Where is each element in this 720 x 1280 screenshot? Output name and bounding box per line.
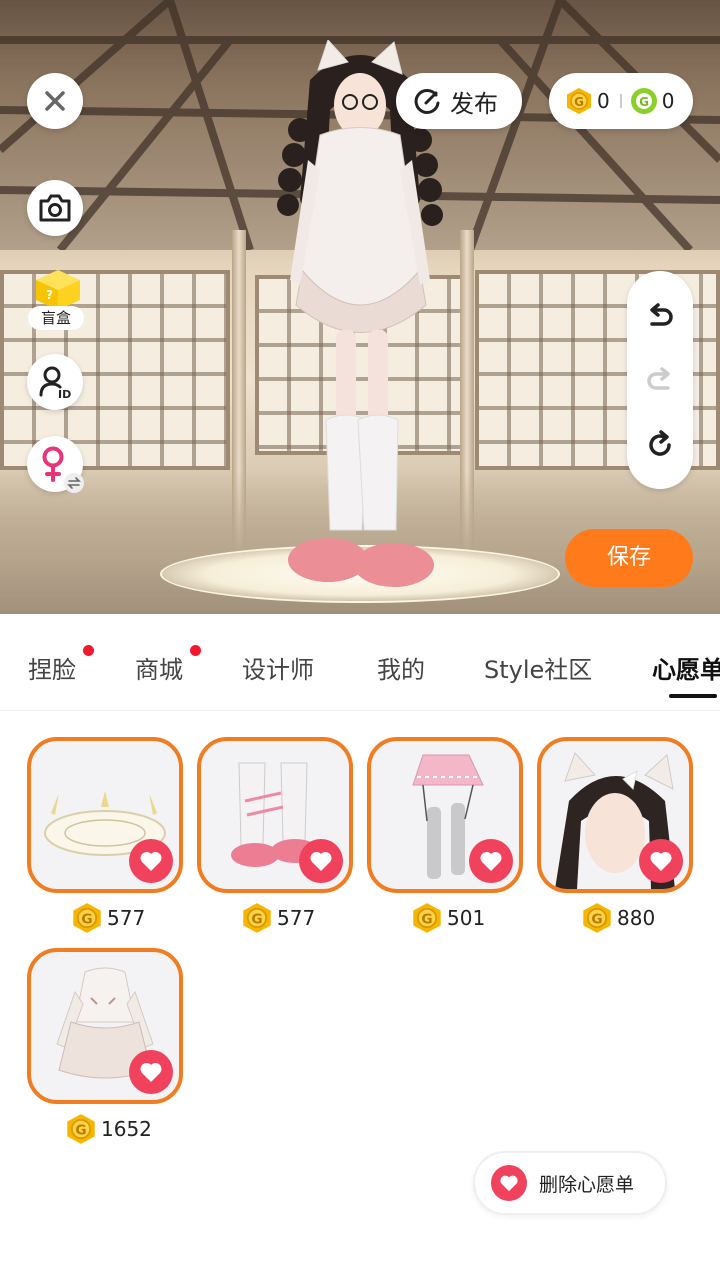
green-coin-count: 0 bbox=[661, 89, 675, 113]
svg-text:G: G bbox=[574, 95, 584, 109]
tab-wishlist[interactable]: 心愿单 bbox=[652, 650, 720, 685]
reset-icon[interactable] bbox=[644, 429, 676, 461]
heart-icon bbox=[500, 1175, 518, 1192]
delete-wishlist-button[interactable]: 删除心愿单 bbox=[473, 1151, 667, 1215]
wishlist-heart-button[interactable] bbox=[639, 839, 683, 883]
undo-icon[interactable] bbox=[644, 301, 676, 333]
tab-style-community[interactable]: Style社区 bbox=[484, 650, 592, 685]
wishlist-heart-button[interactable] bbox=[299, 839, 343, 883]
wishlist-item[interactable] bbox=[27, 948, 183, 1104]
gold-coin-icon: G bbox=[583, 903, 611, 933]
wishlist-heart-button[interactable] bbox=[129, 1050, 173, 1094]
close-button[interactable] bbox=[27, 73, 83, 129]
user-id-icon: ID bbox=[39, 366, 71, 399]
svg-text:G: G bbox=[81, 912, 92, 928]
delete-wishlist-label: 删除心愿单 bbox=[539, 1173, 635, 1196]
wishlist-item[interactable] bbox=[367, 737, 523, 893]
price-value: 1652 bbox=[101, 1117, 152, 1141]
svg-text:G: G bbox=[251, 912, 262, 928]
tab-face[interactable]: 捏脸 bbox=[28, 650, 76, 685]
wishlist-heart-button[interactable] bbox=[469, 839, 513, 883]
price-value: 577 bbox=[277, 906, 316, 930]
camera-icon bbox=[39, 194, 71, 222]
category-tabs: 捏脸 商城 设计师 我的 Style社区 心愿单 bbox=[0, 614, 720, 711]
svg-text:G: G bbox=[639, 95, 649, 109]
green-coin-icon: G bbox=[630, 88, 657, 114]
divider bbox=[619, 94, 622, 108]
item-price: G 577 bbox=[71, 901, 145, 935]
close-icon bbox=[45, 91, 65, 111]
item-price: G 1652 bbox=[65, 1112, 152, 1146]
publish-label: 发布 bbox=[450, 89, 498, 118]
svg-text:G: G bbox=[75, 1123, 86, 1139]
svg-text:G: G bbox=[591, 912, 602, 928]
save-button[interactable]: 保存 bbox=[565, 529, 693, 587]
swap-icon bbox=[64, 473, 84, 493]
gender-switch-button[interactable] bbox=[27, 436, 84, 493]
notification-dot bbox=[190, 645, 201, 656]
price-value: 880 bbox=[617, 906, 656, 930]
item-price: G 577 bbox=[241, 901, 315, 935]
item-price: G 880 bbox=[581, 901, 655, 935]
tab-shop[interactable]: 商城 bbox=[135, 650, 183, 685]
tab-mine[interactable]: 我的 bbox=[377, 650, 425, 685]
avatar-id-button[interactable]: ID bbox=[27, 354, 83, 410]
active-tab-indicator bbox=[669, 694, 717, 698]
blind-box-label: 盲盒 bbox=[28, 306, 84, 330]
redo-icon[interactable] bbox=[644, 365, 676, 397]
heart-icon bbox=[140, 851, 162, 871]
svg-text:ID: ID bbox=[58, 388, 71, 399]
price-value: 501 bbox=[447, 906, 486, 930]
heart-badge bbox=[491, 1165, 527, 1201]
blind-box-button[interactable]: ? 盲盒 bbox=[26, 266, 86, 330]
item-price: G 501 bbox=[411, 901, 485, 935]
wishlist-item[interactable] bbox=[27, 737, 183, 893]
svg-text:?: ? bbox=[46, 288, 53, 302]
heart-icon bbox=[650, 851, 672, 871]
gold-coin-icon: G bbox=[73, 903, 101, 933]
gold-coin-icon: G bbox=[67, 1114, 95, 1144]
gold-coin-icon: G bbox=[567, 88, 591, 114]
svg-text:G: G bbox=[421, 912, 432, 928]
wishlist-item[interactable] bbox=[197, 737, 353, 893]
gold-coin-icon: G bbox=[413, 903, 441, 933]
wishlist-item[interactable] bbox=[537, 737, 693, 893]
gold-coin-count: 0 bbox=[597, 89, 610, 113]
heart-icon bbox=[140, 1062, 162, 1082]
heart-icon bbox=[310, 851, 332, 871]
publish-icon bbox=[414, 88, 440, 114]
currency-balance[interactable]: G 0 G 0 bbox=[549, 73, 693, 129]
tab-designer[interactable]: 设计师 bbox=[242, 650, 314, 685]
gold-coin-icon: G bbox=[243, 903, 271, 933]
heart-icon bbox=[480, 851, 502, 871]
notification-dot bbox=[83, 645, 94, 656]
wishlist-heart-button[interactable] bbox=[129, 839, 173, 883]
camera-button[interactable] bbox=[27, 180, 83, 236]
publish-button[interactable]: 发布 bbox=[396, 73, 522, 129]
blind-box-icon: ? bbox=[36, 270, 80, 310]
price-value: 577 bbox=[107, 906, 146, 930]
edit-history-panel bbox=[627, 271, 693, 489]
